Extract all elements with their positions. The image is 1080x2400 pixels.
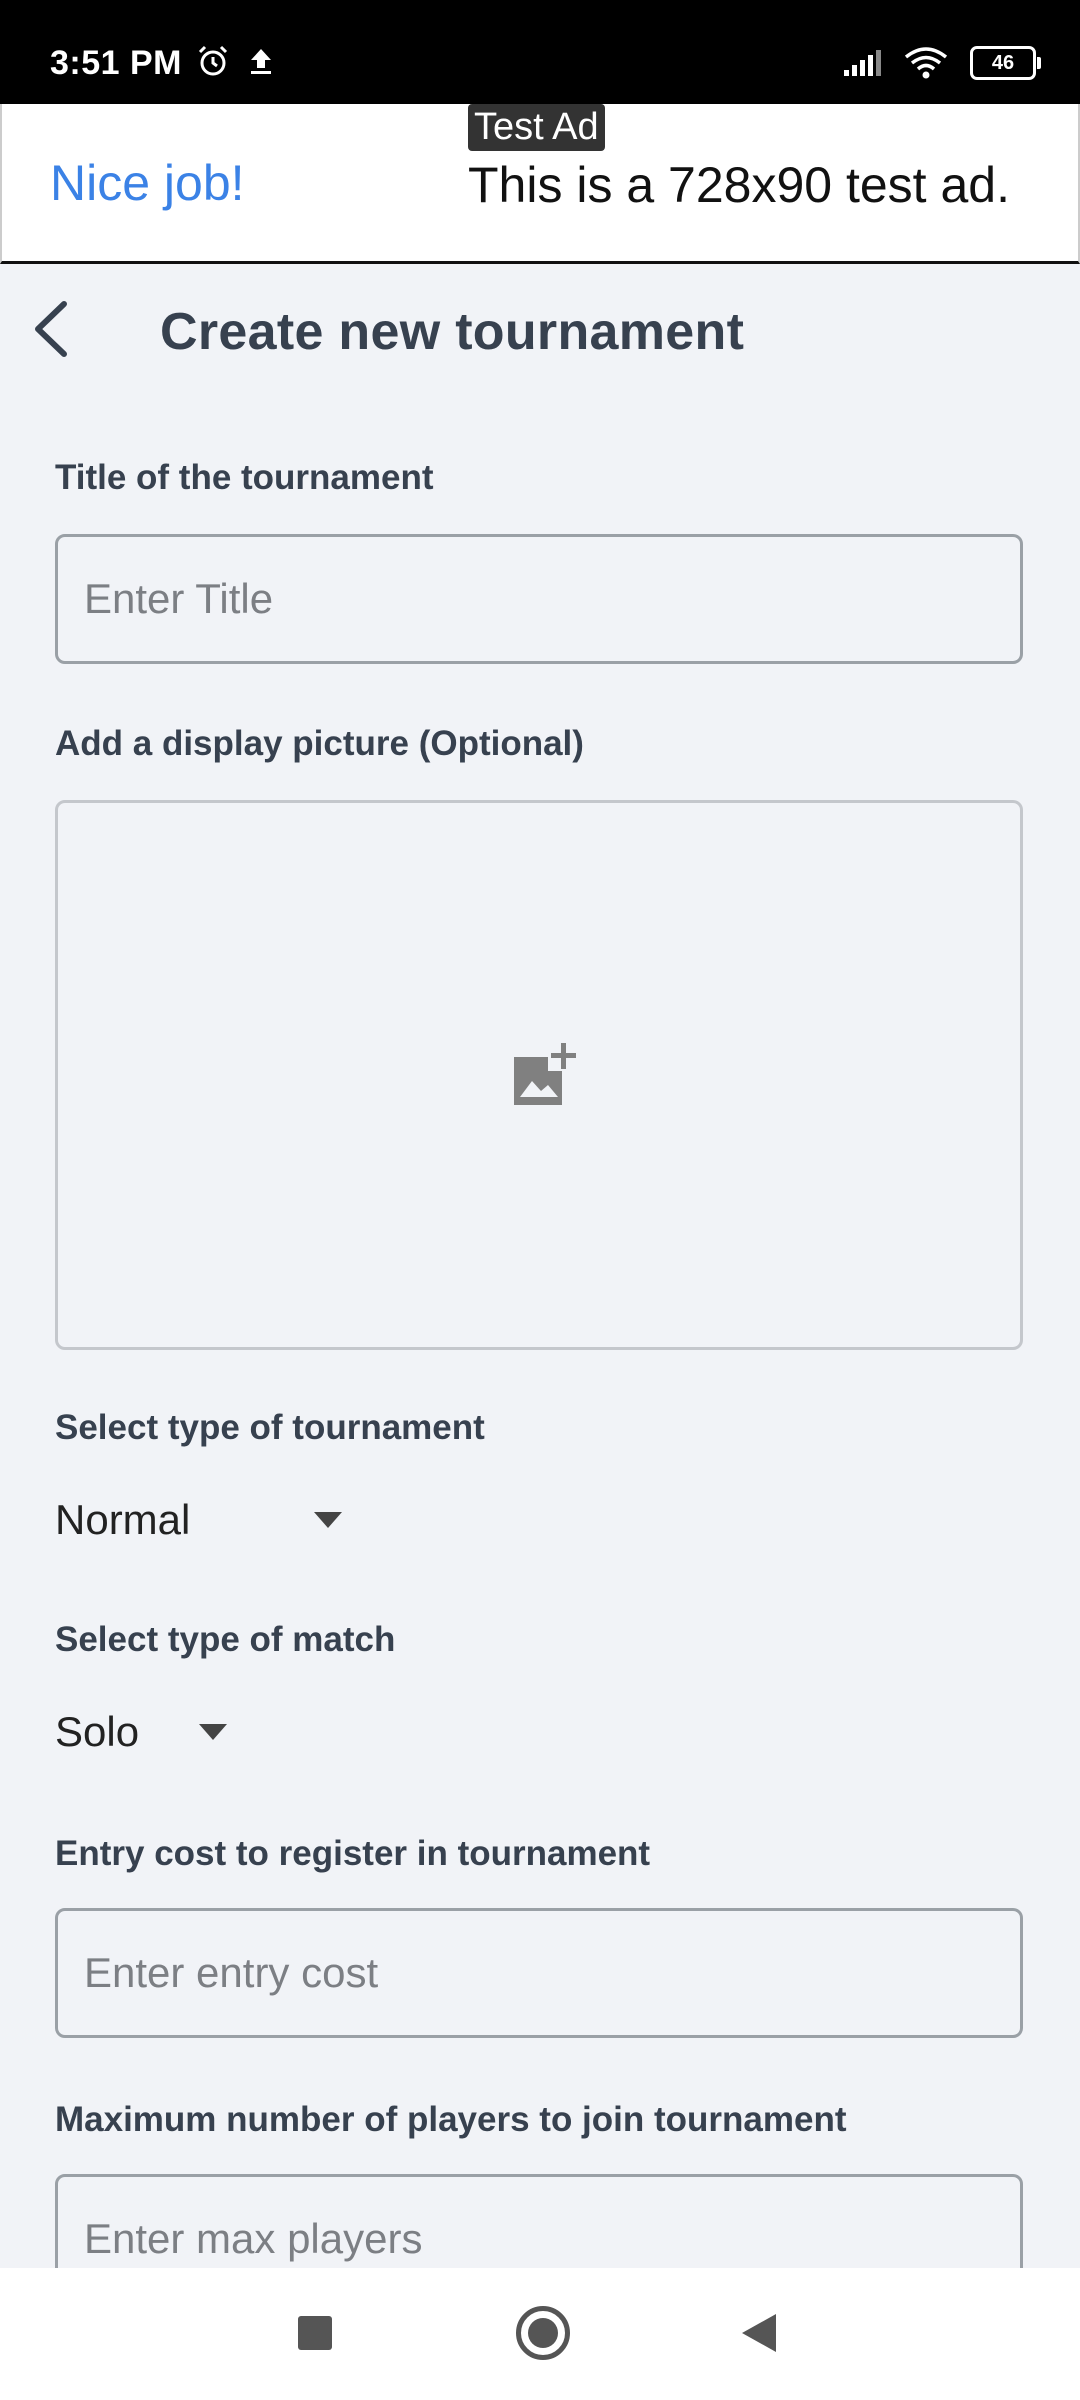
battery-level: 46 [991,51,1015,74]
display-picture-picker[interactable] [55,800,1023,1350]
alarm-icon [198,45,228,76]
tournament-type-dropdown[interactable]: Normal [55,1496,343,1544]
title-input[interactable] [55,534,1023,664]
max-players-label: Maximum number of players to join tourna… [55,2100,847,2139]
recents-button[interactable] [298,2316,332,2350]
title-label: Title of the tournament [55,458,434,497]
wifi-icon [904,47,948,79]
ad-text[interactable]: This is a 728x90 test ad. [468,156,1010,214]
status-time: 3:51 PM [50,44,182,82]
app-header: Create new tournament [0,264,1080,404]
system-back-button[interactable] [742,2314,776,2352]
match-type-value: Solo [55,1708,140,1755]
tournament-type-label: Select type of tournament [55,1408,485,1447]
match-type-label: Select type of match [55,1620,396,1659]
system-nav-bar [0,2268,1080,2400]
picture-label: Add a display picture (Optional) [55,724,584,763]
ad-headline[interactable]: Nice job! [50,154,245,212]
page-title: Create new tournament [160,303,745,361]
tournament-type-value: Normal [55,1496,191,1543]
entry-cost-input[interactable] [55,1908,1023,2038]
upload-icon [251,49,271,74]
dropdown-arrow-icon [199,1724,228,1740]
match-type-dropdown[interactable]: Solo [55,1708,228,1756]
dropdown-arrow-icon [314,1512,343,1528]
add-photo-icon [514,1043,576,1105]
signal-icon [844,50,881,76]
status-bar: 3:51 PM 46 [0,0,1080,104]
entry-cost-label: Entry cost to register in tournament [55,1834,651,1873]
home-button[interactable] [516,2306,570,2360]
ad-banner[interactable]: Nice job! Test Ad This is a 728x90 test … [0,104,1080,264]
back-arrow-icon[interactable] [22,294,82,364]
battery-icon: 46 [970,46,1041,80]
ad-tag: Test Ad [468,104,605,151]
